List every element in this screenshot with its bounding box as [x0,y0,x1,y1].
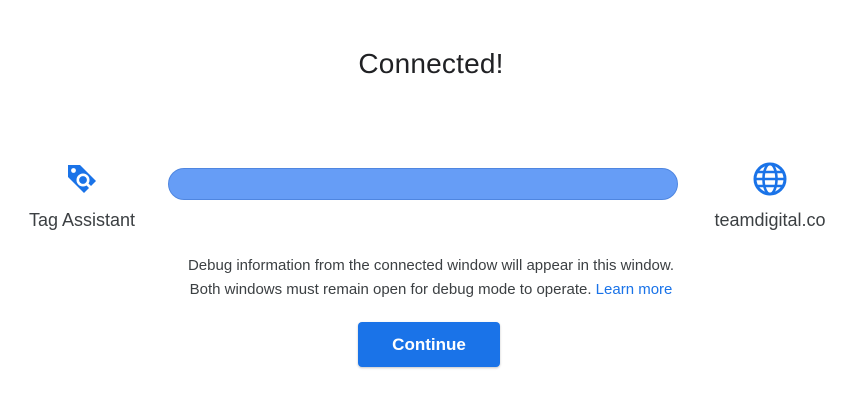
target-endpoint: teamdigital.co [696,160,844,231]
learn-more-link[interactable]: Learn more [596,281,673,298]
continue-button[interactable]: Continue [358,322,500,367]
globe-icon [751,160,789,198]
debug-info-text: Debug information from the connected win… [0,254,862,302]
source-label: Tag Assistant [28,210,136,230]
connected-dialog: Connected! Tag Assistant teamdigital.co [0,0,862,412]
connection-bar [168,168,678,200]
info-line-2-text: Both windows must remain open for debug … [189,281,592,298]
info-line-2: Both windows must remain open for debug … [0,278,862,302]
target-label: teamdigital.co [714,210,826,230]
source-endpoint: Tag Assistant [12,160,152,231]
tag-search-icon [63,160,101,198]
page-title: Connected! [358,48,504,79]
info-line-1: Debug information from the connected win… [187,257,675,274]
